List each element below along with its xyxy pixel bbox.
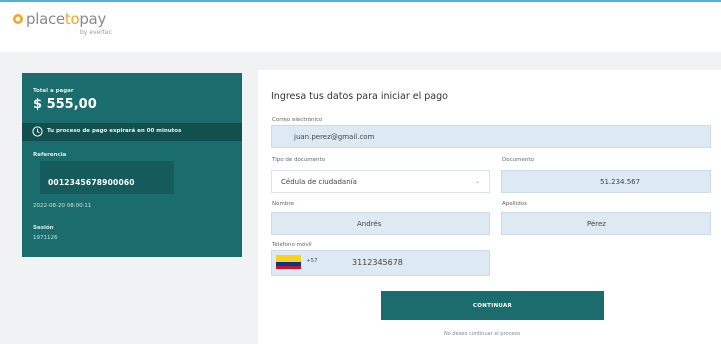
cancel-link[interactable]: No deseo continuar el proceso: [444, 331, 520, 337]
surname-field[interactable]: Pérez: [501, 212, 711, 235]
logo-icon: [13, 14, 23, 24]
email-value: juan.perez@gmail.com: [294, 133, 375, 141]
name-label: Nombre: [272, 201, 294, 207]
surname-value: Pérez: [587, 220, 606, 228]
total-amount: $ 555,00: [33, 97, 97, 112]
header-accent-line: [0, 0, 721, 2]
brand-logo: placetopay by evertec: [12, 10, 142, 40]
email-label: Correo electrónico: [272, 117, 323, 123]
document-label: Documento: [502, 157, 534, 163]
phone-label: Teléfono móvil: [272, 242, 312, 248]
doctype-label: Tipo de documento: [272, 157, 326, 163]
clock-icon: [32, 126, 43, 137]
reference-value: 0012345678900060: [48, 178, 135, 187]
payment-summary-card: Total a pagar $ 555,00 Tu proceso de pag…: [22, 73, 242, 257]
phone-value: 3112345678: [352, 258, 403, 267]
payment-date: 2022-08-20 08:00:11: [33, 203, 92, 209]
document-value: 51.234.567: [600, 178, 641, 186]
continue-button[interactable]: CONTINUAR: [381, 291, 604, 320]
expiration-banner: Tu proceso de pago expirará en 00 minuto…: [22, 123, 242, 141]
form-title: Ingresa tus datos para iniciar el pago: [271, 91, 448, 102]
name-field[interactable]: Andrés: [271, 212, 490, 235]
colombia-flag-icon[interactable]: [276, 255, 301, 269]
country-code[interactable]: +57: [306, 258, 318, 264]
session-label: Sesión: [33, 225, 54, 231]
surname-label: Apellidos: [502, 201, 527, 207]
expiration-text: Tu proceso de pago expirará en 00 minuto…: [47, 128, 182, 134]
phone-field[interactable]: 3112345678: [271, 250, 490, 276]
name-value: Andrés: [357, 220, 382, 228]
total-label: Total a pagar: [33, 88, 74, 94]
document-type-select[interactable]: Cédula de ciudadanía ⌄: [271, 170, 490, 193]
chevron-down-icon: ⌄: [474, 178, 480, 185]
brand-name: placetopay: [26, 10, 107, 28]
email-field[interactable]: juan.perez@gmail.com: [271, 125, 711, 148]
document-field[interactable]: 51.234.567: [501, 170, 711, 193]
session-value: 1971126: [33, 235, 58, 241]
brand-sub: by evertec: [80, 29, 113, 36]
doctype-value: Cédula de ciudadanía: [281, 178, 357, 186]
reference-label: Referencia: [33, 152, 67, 158]
